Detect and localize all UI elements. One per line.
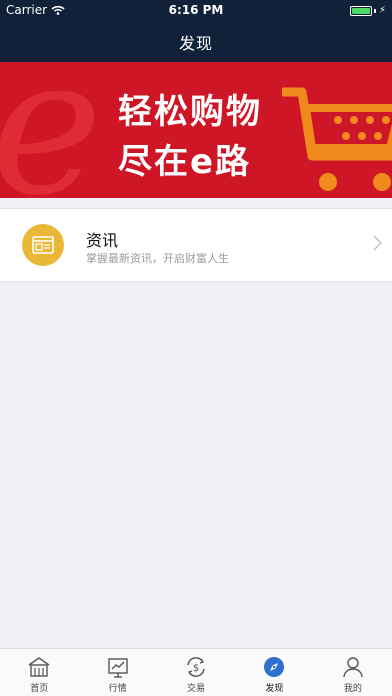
chart-icon	[106, 655, 130, 679]
news-title: 资讯	[86, 231, 119, 250]
tab-label: 首页	[30, 684, 49, 694]
tab-market[interactable]: 行情	[78, 649, 156, 696]
compass-icon	[262, 655, 286, 679]
news-icon	[22, 224, 64, 266]
tab-bar: 首页 行情 $ 交易 发现 我的	[0, 648, 392, 696]
banner-line-2: 尽在e路	[118, 142, 252, 182]
tab-label: 发现	[265, 684, 284, 694]
page-title: 发现	[178, 34, 213, 53]
tab-label: 交易	[187, 684, 206, 694]
promo-banner[interactable]: e 轻松购物 尽在e路	[0, 62, 392, 198]
tab-label: 我的	[343, 684, 362, 694]
status-time: 6:16 PM	[168, 3, 224, 17]
tab-trade[interactable]: $ 交易	[157, 649, 235, 696]
person-icon	[341, 655, 365, 679]
status-bar: Carrier 6:16 PM ⚡	[0, 0, 392, 20]
home-icon	[27, 655, 51, 679]
tab-label: 行情	[108, 684, 127, 694]
news-list-item[interactable]: 资讯 掌握最新资讯，开启财富人生	[0, 208, 392, 282]
tab-home[interactable]: 首页	[0, 649, 78, 696]
top-bar: Carrier 6:16 PM ⚡ 发现	[0, 0, 392, 62]
shopping-cart-icon	[282, 87, 392, 191]
battery-icon	[349, 5, 372, 16]
tab-discover[interactable]: 发现	[235, 649, 313, 696]
svg-text:$: $	[193, 663, 199, 674]
news-subtitle: 掌握最新资讯，开启财富人生	[86, 252, 229, 265]
battery-indicator: ⚡	[349, 5, 386, 16]
charging-icon: ⚡	[378, 5, 386, 16]
tab-mine[interactable]: 我的	[314, 649, 392, 696]
dollar-exchange-icon: $	[184, 655, 208, 679]
banner-e-logo: e	[0, 62, 103, 198]
banner-line-1: 轻松购物	[118, 92, 262, 132]
chevron-right-icon	[373, 235, 382, 251]
